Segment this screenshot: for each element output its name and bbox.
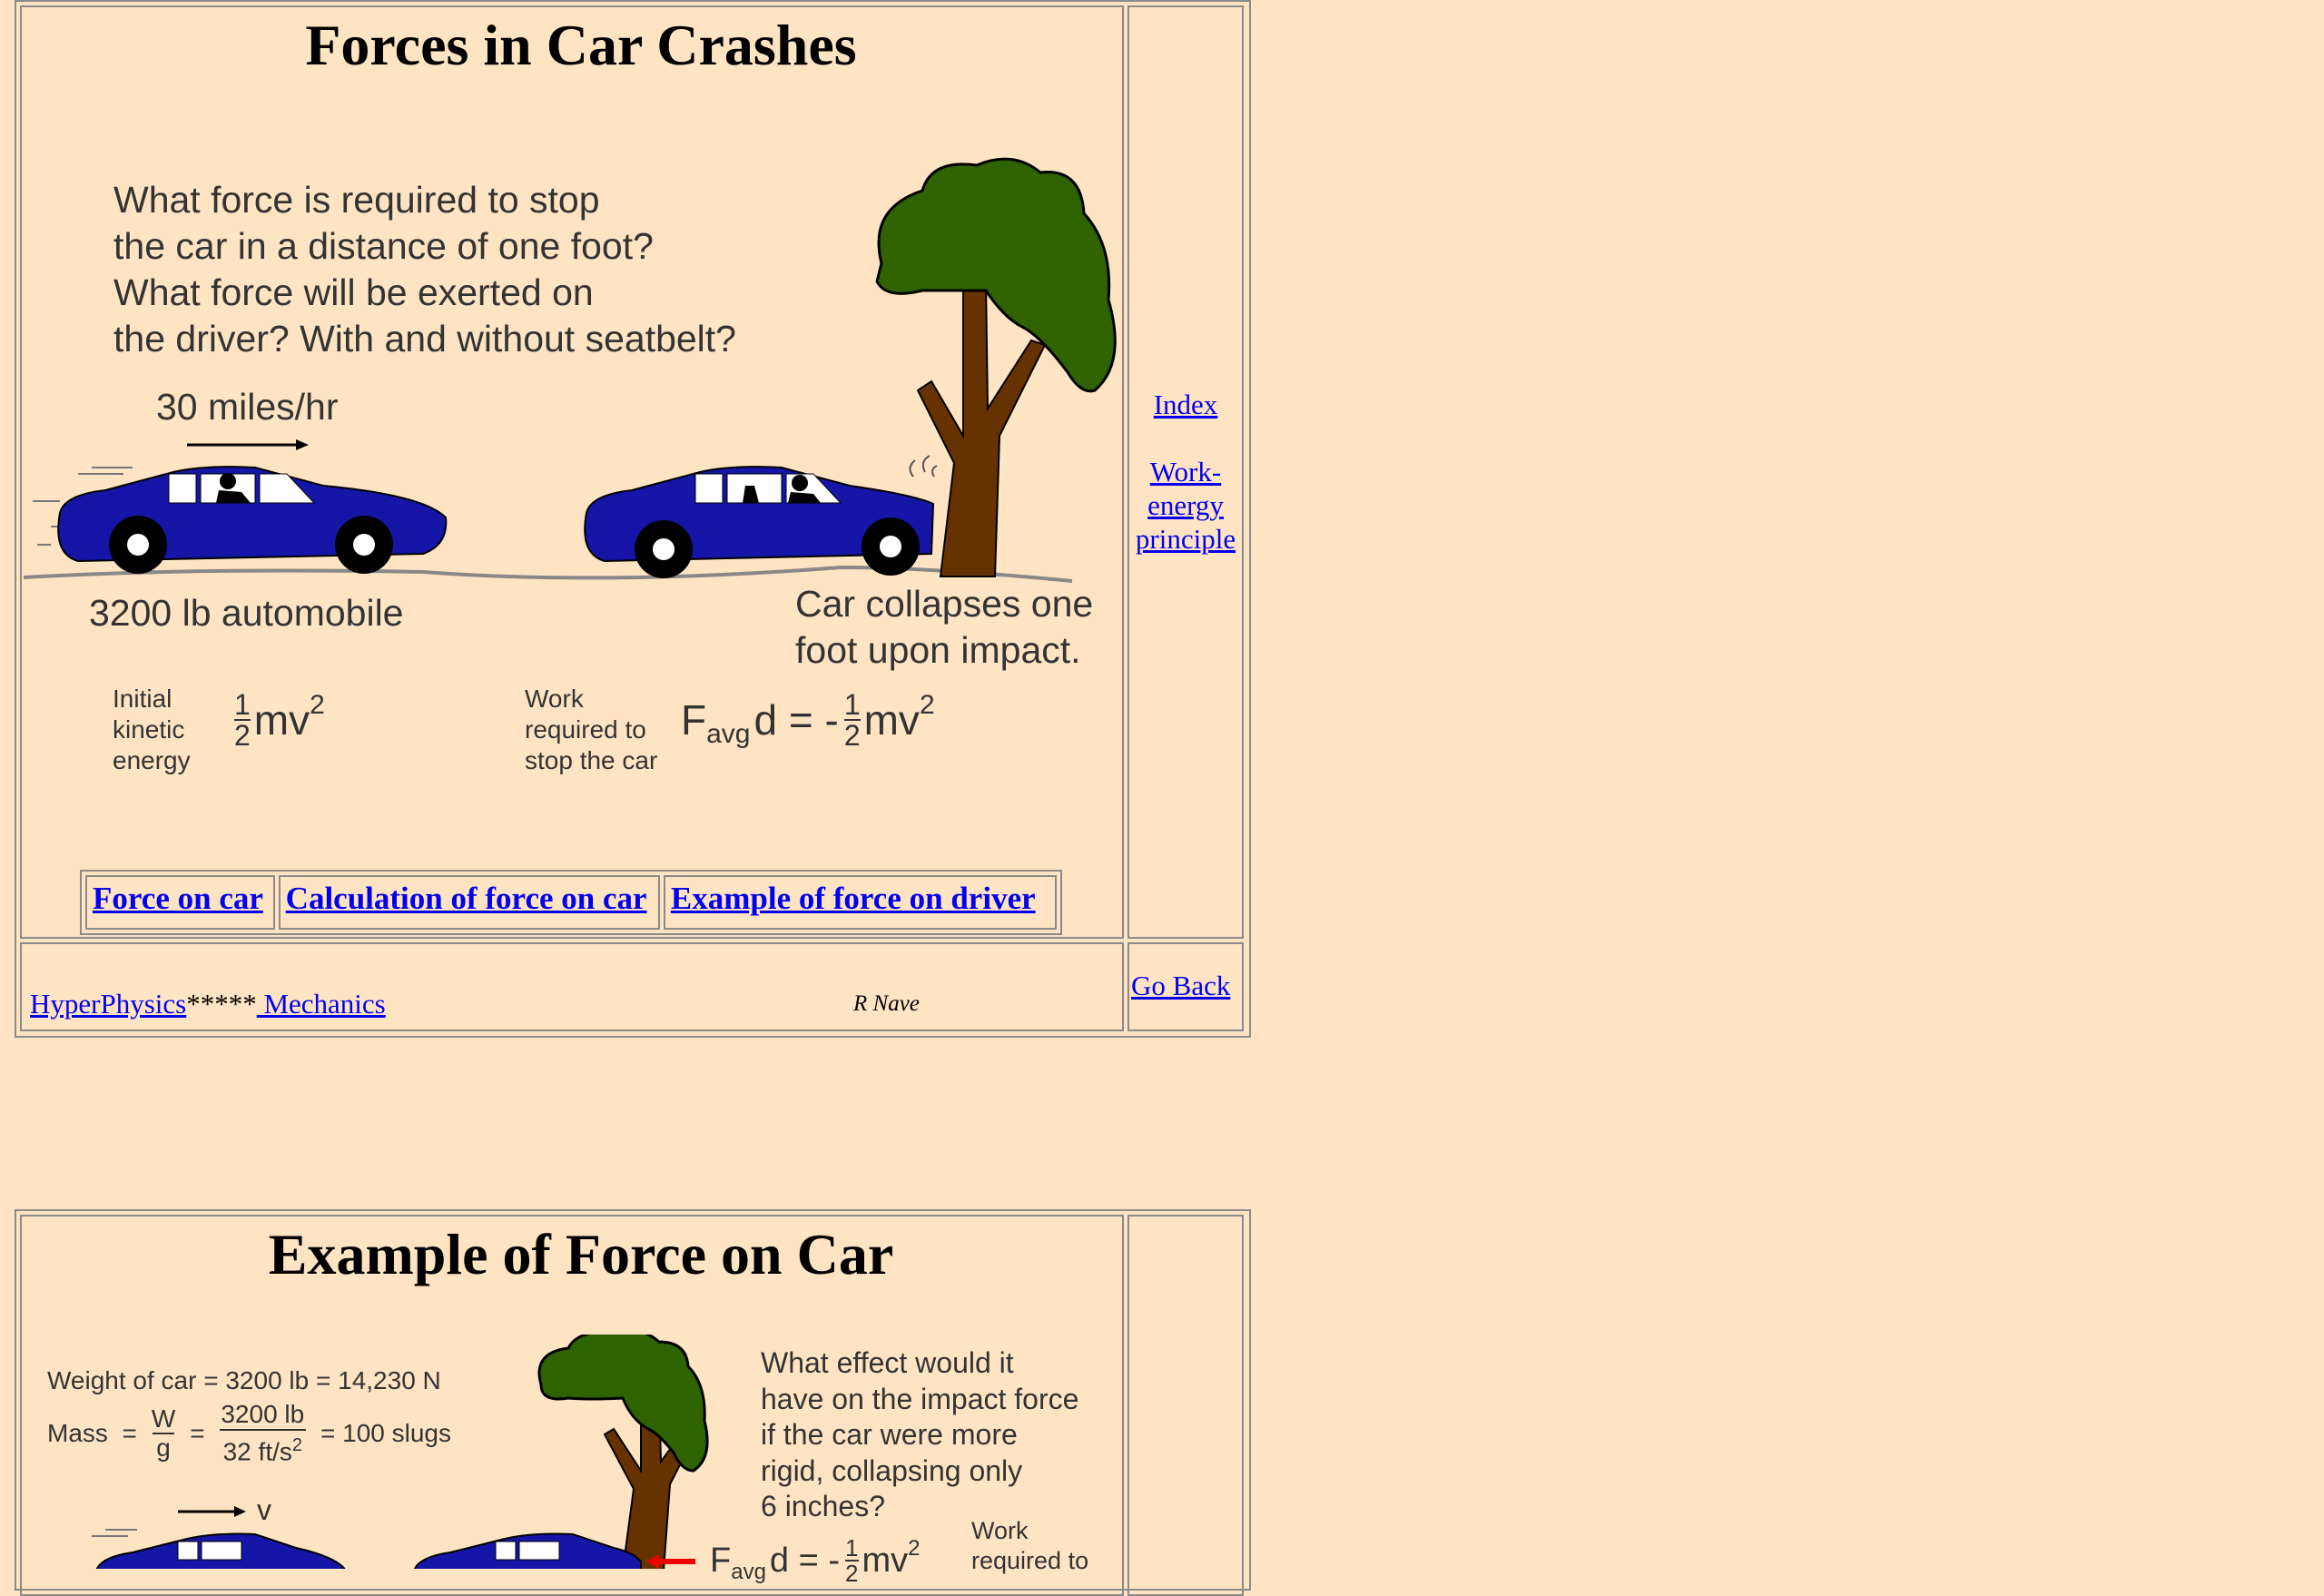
kinetic-energy-formula: 1 2 mv 2 bbox=[234, 688, 325, 752]
half-fraction: 1 2 bbox=[843, 688, 861, 752]
author: R Nave bbox=[853, 991, 920, 1016]
moving-car bbox=[57, 466, 448, 574]
half-fraction: 1 2 bbox=[234, 688, 251, 752]
nav-link-force-on-car[interactable]: Force on car bbox=[93, 881, 263, 916]
crashed-car bbox=[584, 455, 938, 578]
section2-work-label: Work required to bbox=[971, 1517, 1089, 1574]
side-nav: Index Work-energy principle bbox=[1129, 388, 1242, 556]
section2-title: Example of Force on Car bbox=[268, 1222, 894, 1286]
crash-illustration bbox=[24, 157, 1117, 583]
work-energy-link[interactable]: Work-energy principle bbox=[1129, 455, 1242, 556]
work-label: Work required to stop the car bbox=[525, 685, 658, 774]
index-link[interactable]: Index bbox=[1129, 388, 1242, 421]
section2-formula: Favg d = - 1 2 mv 2 bbox=[710, 1534, 921, 1587]
nav-link-calculation[interactable]: Calculation of force on car bbox=[286, 881, 647, 916]
work-formula: Favg d = - 1 2 mv 2 bbox=[681, 688, 935, 752]
nav-cell-calculation: Calculation of force on car bbox=[278, 875, 660, 930]
section2-question: What effect would it have on the impact … bbox=[761, 1346, 1079, 1522]
mechanics-link[interactable]: Mechanics bbox=[257, 988, 385, 1020]
go-back-link[interactable]: Go Back bbox=[1131, 970, 1230, 1002]
topic-nav-table: Force on car Calculation of force on car… bbox=[80, 870, 1062, 935]
section2-side-cell bbox=[1128, 1215, 1244, 1596]
nav-link-driver[interactable]: Example of force on driver bbox=[671, 881, 1036, 916]
nav-cell-driver: Example of force on driver bbox=[663, 875, 1057, 930]
mass-label: 3200 lb automobile bbox=[89, 592, 404, 634]
footer-breadcrumb: HyperPhysics***** Mechanics bbox=[30, 988, 386, 1020]
hyperphysics-link[interactable]: HyperPhysics bbox=[30, 988, 186, 1020]
v-label: v bbox=[257, 1493, 271, 1526]
page-title: Forces in Car Crashes bbox=[305, 13, 857, 77]
nav-cell-force-on-car: Force on car bbox=[85, 875, 275, 930]
kinetic-energy-label: Initial kinetic energy bbox=[113, 685, 191, 774]
collapse-label: Car collapses one foot upon impact. bbox=[795, 583, 1094, 671]
